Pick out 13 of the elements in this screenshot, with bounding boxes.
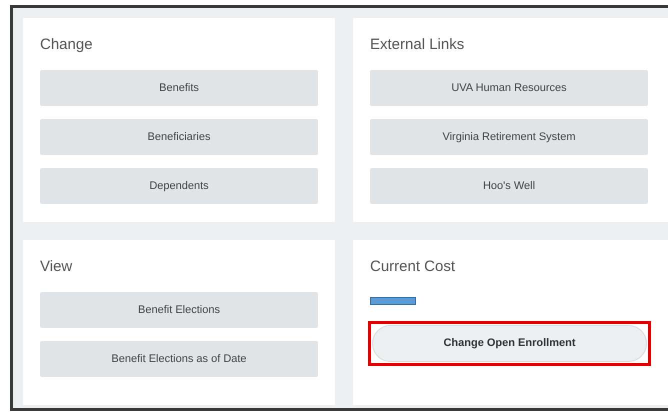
link-button[interactable]: Virginia Retirement System [370, 119, 648, 155]
link-button[interactable]: Benefit Elections as of Date [40, 341, 318, 377]
link-button[interactable]: Beneficiaries [40, 119, 318, 155]
card-title: View [40, 257, 72, 277]
enrollment-button[interactable]: Change Open Enrollment [372, 325, 647, 362]
link-button[interactable]: Hoo's Well [370, 168, 648, 204]
card-title: Change [40, 35, 93, 55]
link-button[interactable]: UVA Human Resources [370, 70, 648, 106]
link-button[interactable]: Benefits [40, 70, 318, 106]
link-button[interactable]: Benefit Elections [40, 292, 318, 328]
card-title: External Links [370, 35, 464, 55]
link-button[interactable]: Dependents [40, 168, 318, 204]
card-title: Current Cost [370, 257, 456, 277]
